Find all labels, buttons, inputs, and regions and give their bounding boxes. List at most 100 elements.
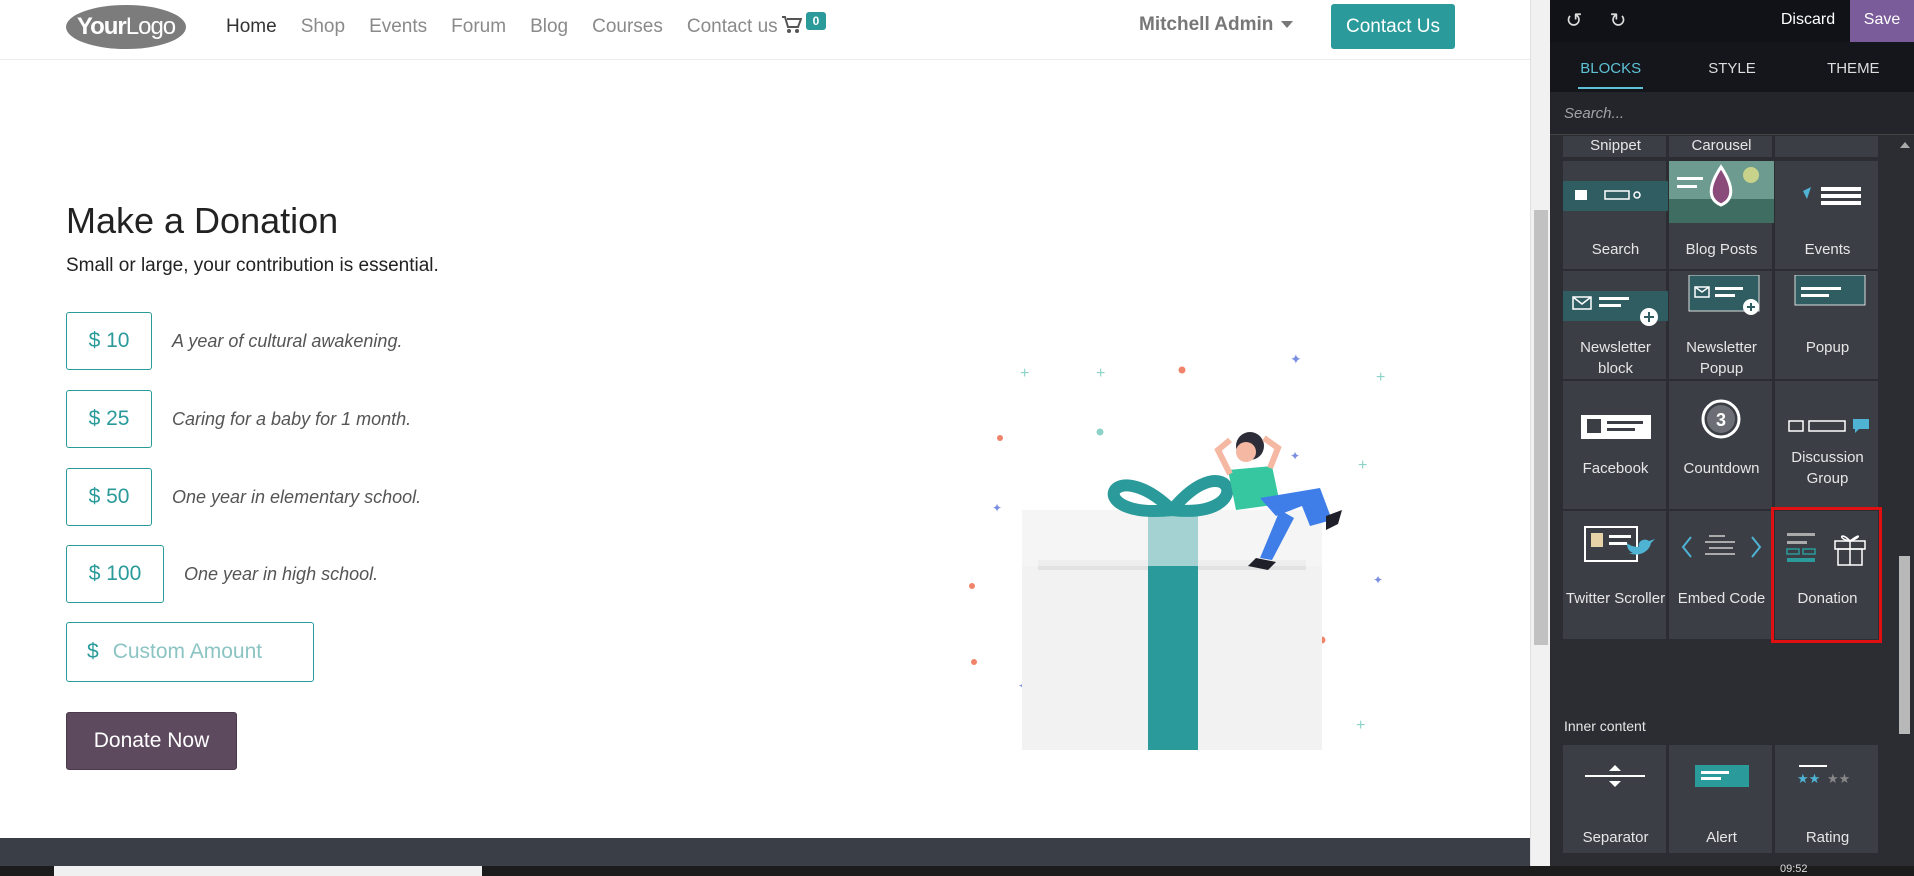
- amount-description: Caring for a baby for 1 month.: [172, 408, 412, 429]
- user-name: Mitchell Admin: [1139, 14, 1274, 35]
- search-block-thumbnail: [1563, 181, 1668, 211]
- editor-tabs: BLOCKS STYLE THEME: [1550, 42, 1914, 92]
- donate-now-button[interactable]: Donate Now: [66, 712, 237, 770]
- svg-text:✦: ✦: [1290, 449, 1300, 463]
- block-label: Newsletter block: [1580, 339, 1651, 377]
- facebook-block[interactable]: Facebook: [1562, 380, 1667, 510]
- facebook-block-thumbnail: [1581, 415, 1651, 439]
- redo-icon[interactable]: ↻: [1606, 9, 1630, 33]
- block-label: Blog Posts: [1685, 241, 1758, 258]
- blog-posts-block[interactable]: Blog Posts: [1668, 160, 1774, 270]
- menu-item-blog[interactable]: Blog: [530, 0, 568, 54]
- amount-button-25[interactable]: $ 25: [66, 390, 152, 448]
- block-label: Carousel: [1691, 137, 1752, 154]
- carousel-block[interactable]: Carousel: [1668, 136, 1773, 158]
- donation-subtitle: Small or large, your contribution is ess…: [66, 255, 439, 276]
- svg-text:+: +: [1376, 369, 1385, 386]
- amount-description: One year in high school.: [184, 563, 379, 584]
- block-label: Snippet: [1590, 137, 1641, 154]
- gift-illustration: + + ✦ + ✦ + ✦ ✦ ✦ +: [969, 351, 1385, 750]
- alert-block-thumbnail: [1695, 765, 1749, 787]
- top-navbar: YourLogo Home Shop Events Forum Blog Cou…: [0, 0, 1530, 60]
- popup-block[interactable]: Popup: [1774, 270, 1879, 380]
- newsletter-popup-block-thumbnail: [1688, 275, 1760, 315]
- amount-row-100: $ 100 One year in high school.: [66, 545, 378, 603]
- twitter-scroller-block[interactable]: Twitter Scroller: [1562, 510, 1667, 640]
- taskbar-clock: 09:52: [1780, 863, 1808, 875]
- main-menu: Home Shop Events Forum Blog Courses Cont…: [226, 0, 802, 54]
- user-menu[interactable]: Mitchell Admin: [1139, 14, 1294, 36]
- cart-button[interactable]: 0: [782, 12, 828, 40]
- svg-text:+: +: [1358, 457, 1367, 474]
- blog-posts-block-thumbnail: [1669, 161, 1774, 223]
- snippet-block[interactable]: Snippet: [1562, 136, 1667, 158]
- blocks-scrollbar-thumb[interactable]: [1899, 556, 1910, 734]
- rating-block-thumbnail: ★★ ★★: [1797, 765, 1850, 786]
- blocks-search-bar: [1550, 92, 1914, 135]
- taskbar-search-box[interactable]: [54, 866, 482, 876]
- page-scrollbar[interactable]: [1530, 0, 1550, 876]
- discussion-group-block[interactable]: Discussion Group: [1774, 380, 1879, 510]
- block-label: Rating: [1805, 829, 1850, 846]
- shopping-cart-icon: [782, 16, 803, 40]
- website-preview: YourLogo Home Shop Events Forum Blog Cou…: [0, 0, 1530, 876]
- svg-text:★★: ★★: [1827, 771, 1850, 786]
- site-logo[interactable]: YourLogo: [66, 5, 186, 49]
- save-button[interactable]: Save: [1850, 0, 1914, 42]
- separator-block[interactable]: Separator: [1562, 744, 1667, 854]
- partial-block[interactable]: [1774, 136, 1879, 158]
- tab-blocks-label: BLOCKS: [1578, 51, 1644, 89]
- menu-item-events[interactable]: Events: [369, 0, 427, 54]
- scroll-up-icon[interactable]: [1900, 142, 1910, 148]
- block-label: Twitter Scroller: [1565, 590, 1666, 607]
- block-label: Facebook: [1582, 460, 1649, 477]
- page-scrollbar-thumb[interactable]: [1534, 210, 1548, 645]
- newsletter-popup-block[interactable]: Newsletter Popup: [1668, 270, 1773, 380]
- menu-item-forum[interactable]: Forum: [451, 0, 506, 54]
- alert-block[interactable]: Alert: [1668, 744, 1773, 854]
- donation-block-thumbnail: [1786, 533, 1866, 566]
- countdown-block[interactable]: 3 Countdown: [1668, 380, 1773, 510]
- menu-item-courses[interactable]: Courses: [592, 0, 663, 54]
- amount-button-100[interactable]: $ 100: [66, 545, 164, 603]
- search-block[interactable]: Search: [1562, 160, 1668, 270]
- currency-symbol: $: [87, 640, 99, 663]
- block-label: Discussion Group: [1791, 449, 1864, 487]
- tab-blocks[interactable]: BLOCKS: [1550, 42, 1671, 92]
- newsletter-block[interactable]: Newsletter block: [1562, 270, 1668, 380]
- embed-code-block[interactable]: Embed Code: [1668, 510, 1773, 640]
- amount-button-50[interactable]: $ 50: [66, 468, 152, 526]
- contact-us-button[interactable]: Contact Us: [1331, 4, 1455, 49]
- twitter-scroller-block-thumbnail: [1584, 526, 1655, 562]
- events-block[interactable]: Events: [1774, 160, 1879, 270]
- discard-button[interactable]: Discard: [1774, 0, 1842, 42]
- logo-text-light: Logo: [125, 13, 176, 40]
- svg-text:✦: ✦: [1373, 573, 1383, 587]
- block-label: Search: [1591, 241, 1640, 258]
- blocks-search-input[interactable]: [1550, 92, 1914, 135]
- block-label: Popup: [1805, 339, 1850, 356]
- amount-description: One year in elementary school.: [172, 486, 422, 507]
- popup-block-thumbnail: [1794, 275, 1866, 306]
- donation-title: Make a Donation: [66, 200, 339, 241]
- menu-item-contact[interactable]: Contact us: [687, 0, 778, 54]
- amount-button-10[interactable]: $ 10: [66, 312, 152, 370]
- inner-content-title: Inner content: [1564, 718, 1646, 734]
- blocks-scrollbar[interactable]: [1895, 136, 1914, 876]
- svg-text:✦: ✦: [1290, 351, 1302, 367]
- logo-text-main: Your: [76, 13, 127, 40]
- undo-icon[interactable]: ↺: [1562, 9, 1586, 33]
- donation-block[interactable]: Donation: [1771, 507, 1882, 643]
- menu-item-shop[interactable]: Shop: [301, 0, 345, 54]
- tab-theme[interactable]: THEME: [1793, 42, 1914, 92]
- svg-text:✦: ✦: [992, 501, 1002, 515]
- rating-block[interactable]: ★★ ★★ Rating: [1774, 744, 1879, 854]
- svg-text:+: +: [1356, 717, 1365, 734]
- tab-style[interactable]: STYLE: [1671, 42, 1792, 92]
- events-block-thumbnail: [1803, 187, 1861, 205]
- menu-item-home[interactable]: Home: [226, 0, 277, 54]
- custom-amount-field[interactable]: $ Custom Amount: [66, 622, 314, 682]
- discussion-group-block-thumbnail: [1788, 419, 1869, 433]
- blocks-grid: Snippet Carousel Search Blog Posts Event…: [1550, 136, 1895, 876]
- block-label: Events: [1804, 241, 1851, 258]
